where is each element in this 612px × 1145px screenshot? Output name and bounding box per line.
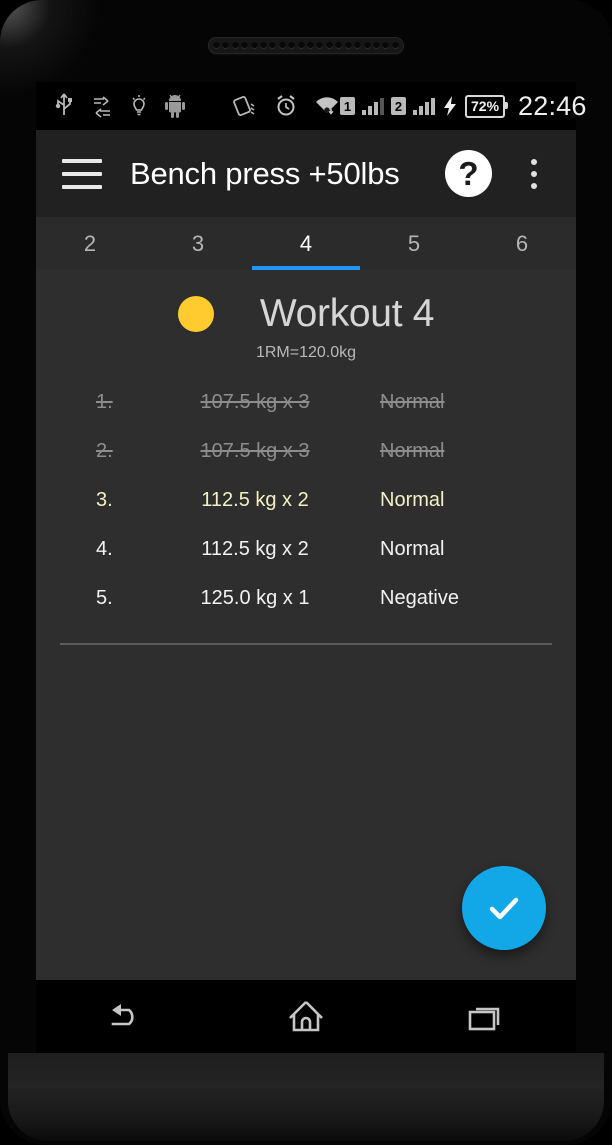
hamburger-icon[interactable] (62, 158, 102, 189)
tab-underline (468, 266, 576, 270)
set-list: 1. 107.5 kg x 3 Normal 2. 107.5 kg x 3 N… (36, 378, 576, 623)
tab-3[interactable]: 3 (144, 217, 252, 270)
workout-status-dot-icon (177, 295, 214, 332)
app-screen: Bench press +50lbs ? 2 3 4 5 6 Workout 4… (36, 130, 576, 980)
table-row[interactable]: 2. 107.5 kg x 3 Normal (60, 427, 552, 476)
set-index: 5. (96, 587, 113, 609)
back-arrow-icon (111, 1004, 134, 1026)
table-row[interactable]: 4. 112.5 kg x 2 Normal (60, 525, 552, 574)
app-bar: Bench press +50lbs ? (36, 130, 576, 217)
check-icon (489, 897, 519, 920)
home-icon (289, 1001, 323, 1032)
set-type: Normal (380, 489, 445, 511)
tab-label: 3 (191, 230, 205, 256)
set-type: Normal (380, 391, 445, 413)
set-weight: 107.5 kg x 3 (200, 391, 310, 413)
tab-underline (360, 266, 468, 270)
set-weight: 125.0 kg x 1 (200, 587, 310, 609)
back-button[interactable] (81, 987, 171, 1047)
data-transfer-icon (94, 96, 110, 118)
set-weight: 112.5 kg x 2 (201, 538, 309, 560)
set-index: 2. (96, 440, 113, 462)
table-row[interactable]: 5. 125.0 kg x 1 Negative (60, 574, 552, 623)
tab-label: 6 (515, 230, 529, 256)
overflow-menu-icon[interactable] (514, 150, 554, 198)
tab-label: 5 (407, 230, 421, 256)
sim2-badge: 2 (391, 97, 406, 115)
recent-apps-icon (468, 1007, 500, 1031)
set-weight: 112.5 kg x 2 (201, 489, 309, 511)
usb-icon (55, 93, 72, 115)
charging-bolt-icon (444, 96, 456, 116)
status-bar: 1 2 72% 22:46 (36, 82, 586, 130)
confirm-set-button[interactable] (462, 866, 546, 950)
tab-underline-active (252, 266, 360, 270)
alarm-icon (277, 95, 295, 116)
tab-underline (144, 266, 252, 270)
recents-button[interactable] (441, 987, 531, 1047)
battery-percent-label: 72% (471, 98, 500, 114)
lightbulb-icon (132, 95, 146, 116)
workout-title: Workout 4 (259, 292, 435, 335)
android-nav-bar (36, 980, 576, 1054)
set-weight: 107.5 kg x 3 (200, 440, 310, 462)
set-index: 1. (96, 391, 113, 413)
sim2-signal-icon (413, 97, 435, 115)
tab-label: 4 (299, 230, 313, 256)
home-button[interactable] (261, 987, 351, 1047)
phone-frame: 1 2 72% 22:46 Bench press +50lbs ? 2 3 4… (0, 0, 612, 1145)
tab-6[interactable]: 6 (468, 217, 576, 270)
tab-4[interactable]: 4 (252, 217, 360, 270)
help-icon[interactable]: ? (445, 150, 492, 197)
status-bar-left-icons (36, 93, 340, 119)
set-type: Normal (380, 440, 445, 462)
set-type: Negative (380, 587, 459, 609)
tab-underline (36, 266, 144, 270)
one-rep-max-label: 1RM=120.0kg (255, 344, 357, 361)
list-divider (60, 643, 552, 645)
sim1-signal-icon (362, 97, 384, 115)
tab-2[interactable]: 2 (36, 217, 144, 270)
table-row[interactable]: 1. 107.5 kg x 3 Normal (60, 378, 552, 427)
set-type: Normal (380, 538, 445, 560)
auto-rotate-off-icon (233, 96, 255, 116)
workout-tab-strip: 2 3 4 5 6 (36, 217, 576, 270)
earpiece-speaker-grille (208, 37, 404, 54)
status-bar-right-icons: 1 2 72% 22:46 (340, 91, 601, 122)
phone-bottom-chin (8, 1053, 604, 1141)
page-title: Bench press +50lbs (130, 155, 400, 191)
sim1-badge: 1 (340, 97, 355, 115)
table-row[interactable]: 3. 112.5 kg x 2 Normal (60, 476, 552, 525)
set-index: 4. (96, 538, 113, 560)
tab-5[interactable]: 5 (360, 217, 468, 270)
workout-header: Workout 4 (36, 294, 576, 333)
android-robot-icon (165, 94, 185, 118)
status-clock: 22:46 (518, 90, 587, 121)
tab-label: 2 (83, 230, 97, 256)
wifi-icon (316, 97, 338, 115)
battery-indicator: 72% (465, 94, 509, 118)
set-index: 3. (96, 489, 113, 511)
